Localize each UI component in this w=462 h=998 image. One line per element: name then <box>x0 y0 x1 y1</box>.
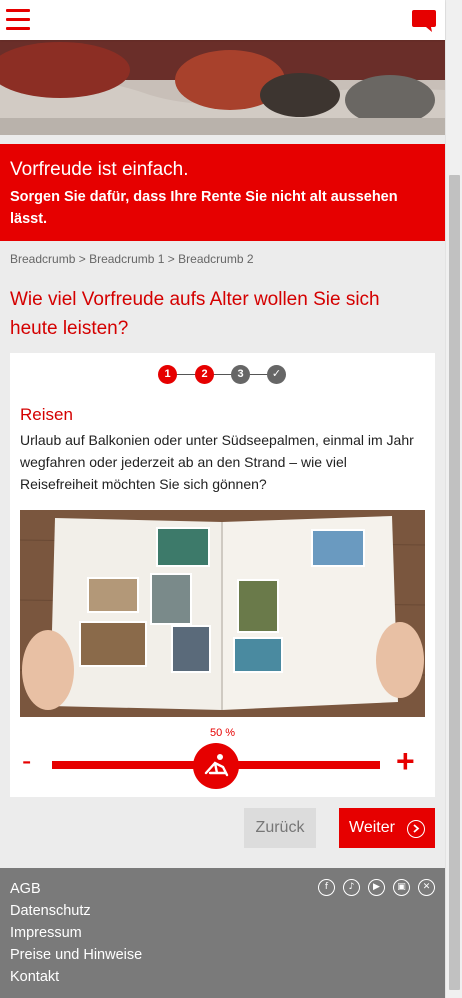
hamburger-icon[interactable] <box>6 9 30 31</box>
twitter-icon[interactable]: ♪ <box>343 879 360 896</box>
social-links: f ♪ ▶ ▣ ✕ <box>318 879 435 896</box>
decrease-button[interactable]: - <box>22 747 31 775</box>
footer-link-agb[interactable]: AGB <box>10 878 142 900</box>
beach-chair-icon <box>204 754 229 777</box>
scrollbar[interactable] <box>445 0 462 998</box>
promo-banner: Vorfreude ist einfach. Sorgen Sie dafür,… <box>0 144 445 241</box>
breadcrumb-item[interactable]: Breadcrumb <box>10 252 75 266</box>
youtube-icon[interactable]: ▶ <box>368 879 385 896</box>
instagram-icon[interactable]: ▣ <box>393 879 410 896</box>
slider-value: 50 % <box>209 727 236 739</box>
back-button[interactable]: Zurück <box>244 808 316 848</box>
top-bar <box>0 0 445 40</box>
breadcrumb: Breadcrumb > Breadcrumb 1 > Breadcrumb 2 <box>10 252 254 266</box>
scrollbar-thumb[interactable] <box>449 175 460 990</box>
slider-knob[interactable] <box>193 743 239 789</box>
step-3[interactable]: 3 <box>231 365 250 384</box>
page-title: Wie viel Vorfreude aufs Alter wollen Sie… <box>10 289 380 339</box>
step-done[interactable]: ✓ <box>267 365 286 384</box>
next-button-label: Weiter <box>349 819 395 836</box>
facebook-icon[interactable]: f <box>318 879 335 896</box>
page: Vorfreude ist einfach. Sorgen Sie dafür,… <box>0 0 445 998</box>
xing-icon[interactable]: ✕ <box>418 879 435 896</box>
card-description: Urlaub auf Balkonien oder unter Südseepa… <box>20 432 414 492</box>
stepper-line <box>176 374 268 375</box>
breadcrumb-item[interactable]: Breadcrumb 1 <box>89 252 164 266</box>
banner-subtitle: Sorgen Sie dafür, dass Ihre Rente Sie ni… <box>10 189 398 227</box>
breadcrumb-item[interactable]: Breadcrumb 2 <box>178 252 253 266</box>
hero-image <box>0 40 445 135</box>
banner-title: Vorfreude ist einfach. <box>10 159 189 180</box>
photo-album-image <box>20 510 425 717</box>
chevron-right-icon <box>407 820 425 838</box>
question-card: 1 2 3 ✓ Reisen Urlaub auf Balkonien oder… <box>10 353 435 797</box>
increase-button[interactable]: + <box>396 745 415 777</box>
footer: AGB Datenschutz Impressum Preise und Hin… <box>0 868 445 998</box>
card-heading: Reisen <box>20 405 73 424</box>
footer-link-preise[interactable]: Preise und Hinweise <box>10 944 142 966</box>
next-button[interactable]: Weiter <box>339 808 435 848</box>
step-1[interactable]: 1 <box>158 365 177 384</box>
footer-link-datenschutz[interactable]: Datenschutz <box>10 900 142 922</box>
chat-bubble-icon[interactable] <box>411 9 437 33</box>
step-2[interactable]: 2 <box>195 365 214 384</box>
footer-link-kontakt[interactable]: Kontakt <box>10 966 142 988</box>
footer-links: AGB Datenschutz Impressum Preise und Hin… <box>10 878 142 988</box>
footer-link-impressum[interactable]: Impressum <box>10 922 142 944</box>
stepper: 1 2 3 ✓ <box>158 365 288 385</box>
